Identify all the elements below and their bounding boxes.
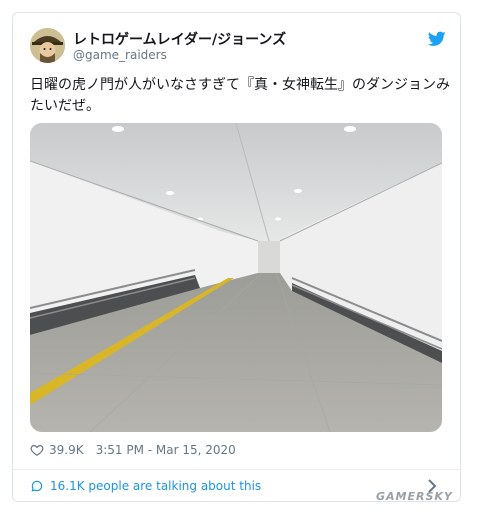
like-count[interactable]: 39.9K xyxy=(49,443,84,457)
heart-icon[interactable] xyxy=(30,443,44,457)
tweet-photo[interactable] xyxy=(30,123,442,432)
twitter-bird-icon[interactable] xyxy=(428,31,446,47)
watermark: GAMERSKY xyxy=(376,490,453,503)
user-handle[interactable]: @game_raiders xyxy=(73,48,167,62)
avatar[interactable] xyxy=(30,28,65,63)
comment-bubble-icon xyxy=(31,480,43,492)
divider xyxy=(13,469,460,470)
tweet-meta: 39.9K 3:51 PM - Mar 15, 2020 xyxy=(30,441,236,459)
display-name[interactable]: レトロゲームレイダー/ジョーンズ xyxy=(73,29,286,49)
conversation-link[interactable]: 16.1K people are talking about this xyxy=(30,477,261,495)
tweet-text: 日曜の虎ノ門が人がいなさすぎて『真・女神転生』のダンジョンみたいだぜ。 xyxy=(30,77,450,114)
corridor-photo-illustration xyxy=(30,123,442,432)
tweet-card[interactable]: レトロゲームレイダー/ジョーンズ @game_raiders 日曜の虎ノ門が人が… xyxy=(12,12,461,502)
conversation-text[interactable]: 16.1K people are talking about this xyxy=(50,479,261,493)
tweet-timestamp[interactable]: 3:51 PM - Mar 15, 2020 xyxy=(96,443,236,457)
avatar-illustration xyxy=(30,28,65,63)
